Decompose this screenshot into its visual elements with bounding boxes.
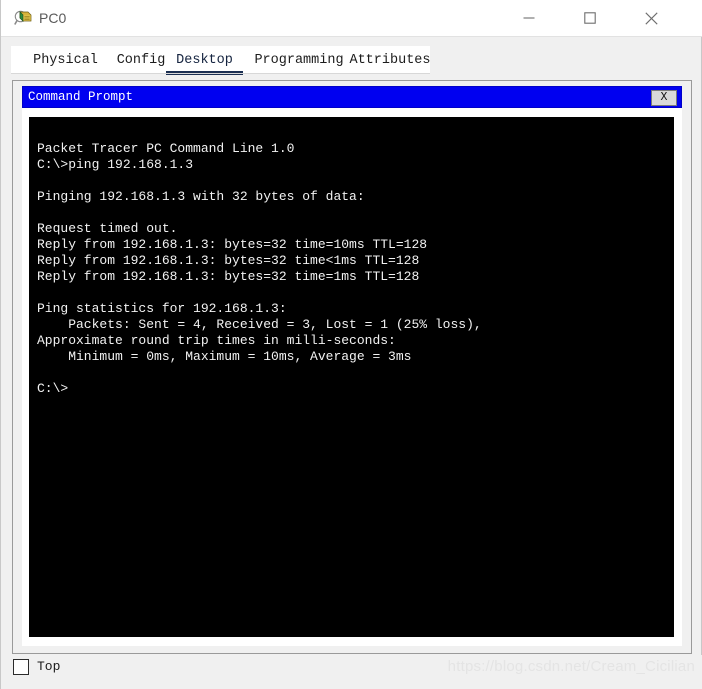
window-title-bar: PC0 <box>1 0 702 37</box>
tab-desktop[interactable]: Desktop <box>166 48 243 75</box>
minimize-button[interactable] <box>506 0 552 36</box>
watermark-text: https://blog.csdn.net/Cream_Cicilian <box>447 658 695 675</box>
desktop-panel: Command Prompt X Packet Tracer PC Comman… <box>12 80 692 654</box>
terminal-output-text: Packet Tracer PC Command Line 1.0 C:\>pi… <box>37 141 482 396</box>
close-icon <box>644 11 658 25</box>
tab-desktop-label: Desktop <box>176 53 233 68</box>
footer-bar: Top https://blog.csdn.net/Cream_Cicilian <box>1 655 702 689</box>
terminal-output-area[interactable]: Packet Tracer PC Command Line 1.0 C:\>pi… <box>29 117 674 637</box>
packet-tracer-pc-icon <box>14 9 32 27</box>
minimize-icon <box>523 17 535 19</box>
command-prompt-window: Command Prompt X Packet Tracer PC Comman… <box>22 86 682 646</box>
top-checkbox[interactable] <box>13 659 29 675</box>
maximize-button[interactable] <box>567 0 613 36</box>
top-checkbox-label: Top <box>37 659 61 674</box>
tab-strip: Physical Config Desktop Programming Attr… <box>11 46 431 75</box>
command-prompt-title: Command Prompt <box>28 90 134 104</box>
tab-config-label: Config <box>116 53 166 68</box>
command-prompt-close-button[interactable]: X <box>651 90 677 106</box>
window-title: PC0 <box>39 10 67 26</box>
tab-physical[interactable]: Physical <box>23 48 108 74</box>
close-button[interactable] <box>628 0 674 36</box>
tab-attributes-label: Attributes <box>349 53 431 68</box>
tab-physical-label: Physical <box>33 53 98 68</box>
command-prompt-body: Packet Tracer PC Command Line 1.0 C:\>pi… <box>22 108 682 646</box>
tab-strip-divider <box>11 73 430 74</box>
maximize-icon <box>584 12 596 24</box>
command-prompt-title-bar[interactable]: Command Prompt X <box>22 86 682 108</box>
tab-programming-label: Programming <box>254 53 344 68</box>
pc0-window: PC0 Physical Config Desktop Programming … <box>0 0 702 689</box>
tab-attributes[interactable]: Attributes <box>340 48 440 74</box>
